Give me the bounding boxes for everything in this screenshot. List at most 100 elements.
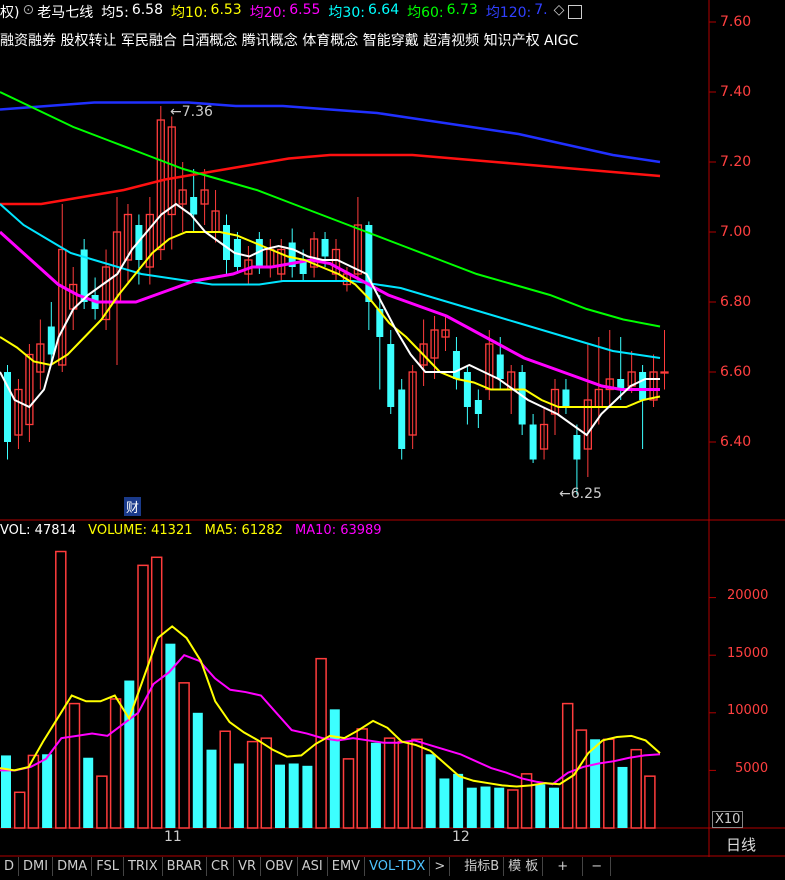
window-toggle-icon[interactable] <box>568 5 583 19</box>
ma10-line <box>0 231 661 408</box>
volume-tick: 5000 <box>735 761 769 776</box>
tab-indicator-b[interactable]: 指标B <box>460 857 505 876</box>
volume-header: VOL: 47814 VOLUME: 41321 MA5: 61282 MA10… <box>0 523 382 538</box>
candle-body <box>496 354 504 379</box>
volume-bar <box>260 737 273 829</box>
price-tick: 7.20 <box>720 154 752 170</box>
tab-cr[interactable]: CR <box>207 857 235 876</box>
volume-bar <box>644 775 656 829</box>
volume-bar <box>535 784 546 828</box>
volume-bar <box>302 765 313 828</box>
tab-asi[interactable]: ASI <box>298 857 328 876</box>
low-value: 6.25 <box>570 486 602 502</box>
candle-body <box>452 351 460 379</box>
volume-label: VOLUME: <box>88 523 147 538</box>
high-annotation: ←7.36 <box>170 104 213 120</box>
volume-bar <box>83 757 94 828</box>
low-annotation: ←6.25 <box>559 486 602 502</box>
chart-canvas[interactable] <box>0 0 785 876</box>
x-tick-11: 11 <box>164 829 182 845</box>
volume-bar <box>466 787 477 828</box>
candle-body <box>321 239 329 257</box>
concept-tags[interactable]: 融资融券 股权转让 军民融合 白酒概念 腾讯概念 体育概念 智能穿戴 超清视频 … <box>0 30 708 50</box>
volume-bar <box>13 791 26 829</box>
volume-bar <box>507 789 519 829</box>
volume-bar <box>178 682 190 829</box>
volume-bar <box>124 680 135 828</box>
price-tick: 7.00 <box>720 224 752 240</box>
tab-trix[interactable]: TRIX <box>124 857 163 876</box>
volume-bar <box>275 764 285 828</box>
tab-obv[interactable]: OBV <box>261 857 298 876</box>
candle-body <box>463 372 471 407</box>
ma120-line <box>0 101 661 164</box>
x-tick-12: 12 <box>452 829 470 845</box>
tab-d[interactable]: D <box>0 857 20 876</box>
volume-bar <box>68 702 81 829</box>
volume-bar <box>55 550 67 829</box>
ma60-line <box>0 91 661 328</box>
ma30-label: 均30: <box>328 5 365 21</box>
ma60-value: 6.73 <box>446 2 478 18</box>
vol-ma10-label: MA10: <box>295 523 337 538</box>
ma30-value: 6.64 <box>367 2 400 18</box>
volume-bar <box>603 738 615 829</box>
volume-bar <box>342 758 355 829</box>
tab-dmi[interactable]: DMI <box>19 857 54 876</box>
tab-dma[interactable]: DMA <box>53 857 93 876</box>
volume-bar <box>233 763 244 828</box>
ma120-value: 7. <box>534 2 548 18</box>
volume-tick: 10000 <box>727 703 769 718</box>
volume-bar <box>1 755 11 828</box>
volume-bar <box>109 698 122 829</box>
candle-body <box>474 400 482 414</box>
ma10-label: 均10: <box>171 5 208 21</box>
indicator-tabbar: D DMI DMA FSL TRIX BRAR CR VR OBV ASI EM… <box>0 857 785 876</box>
header-prefix: 权) <box>0 5 20 21</box>
ma5-value: 6.58 <box>131 2 163 18</box>
tab-fsl[interactable]: FSL <box>92 857 124 876</box>
volume-bar <box>219 730 231 829</box>
candle-body <box>660 371 669 374</box>
ma30-line <box>0 203 661 359</box>
volume-bar <box>439 778 450 828</box>
volume-bar <box>356 728 368 829</box>
tab-template[interactable]: 模 板 <box>504 857 544 876</box>
volume-tick: 20000 <box>727 588 769 603</box>
vol-ma5-label: MA5: <box>204 523 238 538</box>
period-label[interactable]: 日线 <box>726 834 756 855</box>
diamond-icon[interactable]: ◇ <box>554 2 565 22</box>
zoom-in-button[interactable]: + <box>543 857 584 876</box>
high-value: 7.36 <box>181 104 213 120</box>
tab-more[interactable]: > <box>430 857 451 876</box>
volume-bar <box>561 702 574 829</box>
volume-bar <box>617 766 628 828</box>
zoom-out-button[interactable]: − <box>583 857 612 876</box>
price-tick: 6.40 <box>720 434 752 450</box>
volume-bar <box>494 787 505 828</box>
volume-bar <box>590 739 601 828</box>
price-tick: 7.40 <box>720 84 752 100</box>
candle-body <box>365 225 373 302</box>
volume-bar <box>397 740 410 829</box>
candle-body <box>223 225 230 260</box>
indicator-name[interactable]: 老马七线 <box>37 2 93 22</box>
volume-bar <box>520 773 533 829</box>
candle-body <box>387 344 395 407</box>
vol-label: VOL: <box>0 523 31 538</box>
dropdown-icon[interactable]: ⊙ <box>22 2 34 22</box>
candle-body <box>47 326 55 355</box>
price-tick: 7.60 <box>720 14 752 30</box>
finance-badge[interactable]: 财 <box>124 497 142 516</box>
volume-tick: 15000 <box>727 646 769 661</box>
tab-vol-tdx[interactable]: VOL-TDX <box>365 857 431 876</box>
tab-emv[interactable]: EMV <box>328 857 366 876</box>
price-tick: 6.60 <box>720 364 752 380</box>
volume-bar <box>549 787 559 828</box>
tab-brar[interactable]: BRAR <box>163 857 208 876</box>
ma5-label: 均5: <box>101 5 129 21</box>
volume-unit: X10 <box>712 811 744 828</box>
volume-bar <box>425 754 436 828</box>
volume-bar <box>383 737 396 829</box>
tab-vr[interactable]: VR <box>234 857 262 876</box>
